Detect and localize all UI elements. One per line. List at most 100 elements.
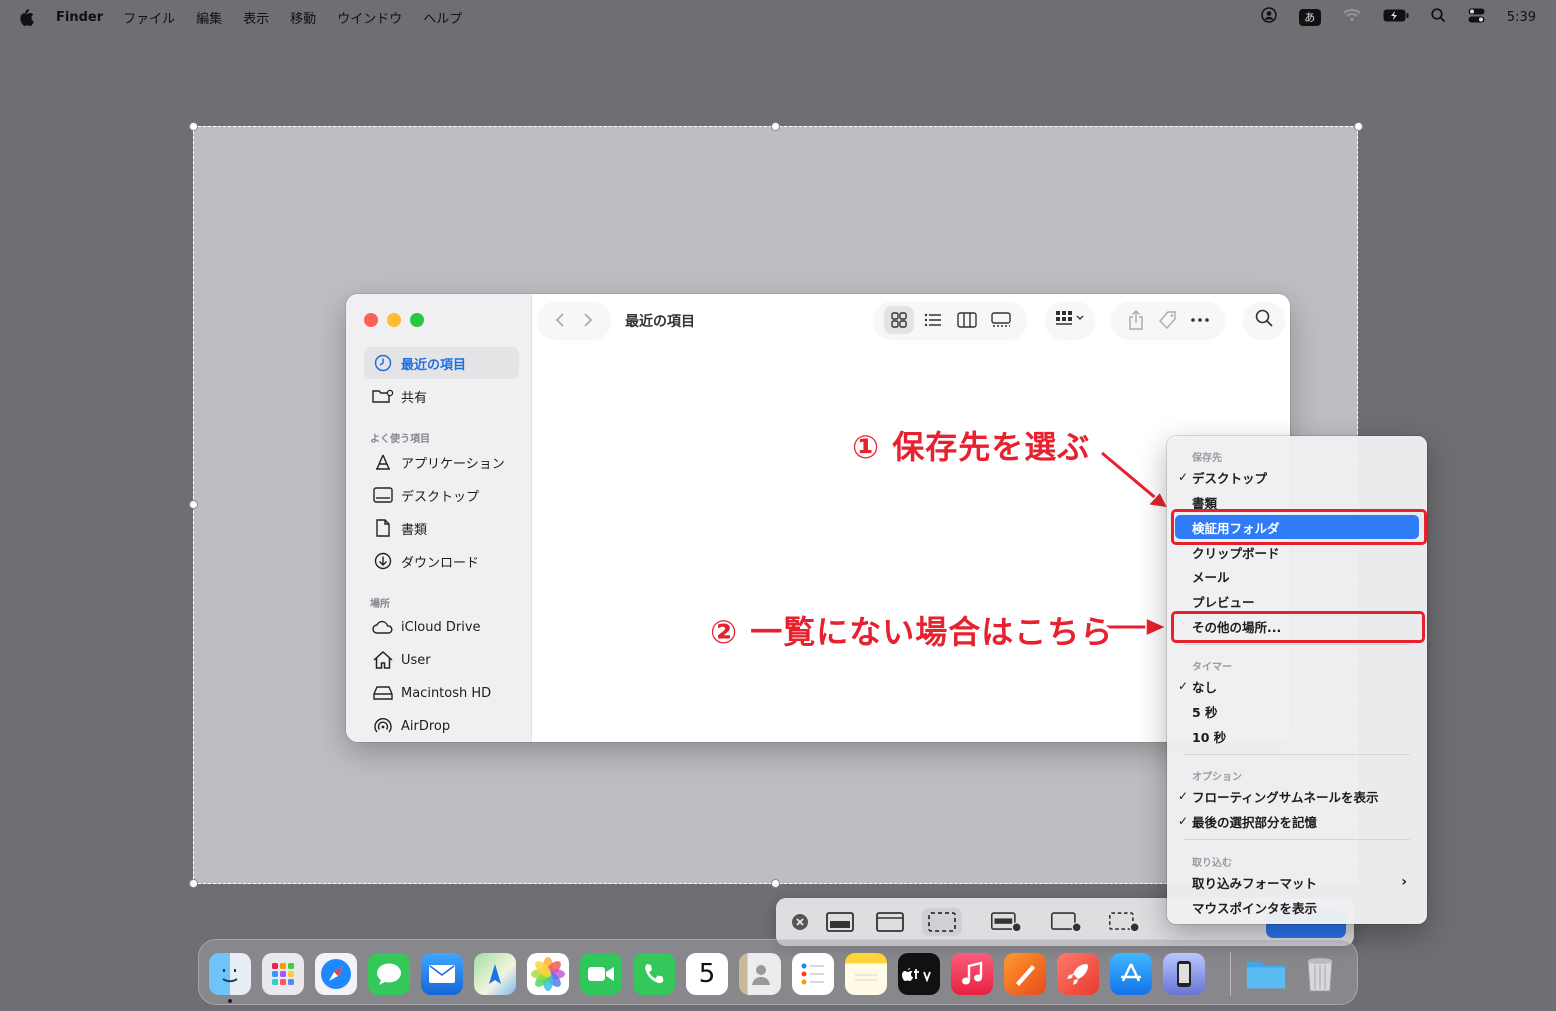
menu-item-desktop[interactable]: ✓ デスクトップ [1175,465,1419,489]
airdrop-icon [372,716,394,736]
menu-edit[interactable]: 編集 [196,8,222,27]
chevron-right-icon: › [1401,874,1407,890]
sidebar-item-icloud-drive[interactable]: iCloud Drive [364,611,519,643]
music-icon[interactable] [951,953,993,995]
menu-view[interactable]: 表示 [243,8,269,27]
menu-item-timer-10s[interactable]: 10 秒 [1175,724,1419,748]
phone-icon[interactable] [633,953,675,995]
sidebar-item-downloads[interactable]: ダウンロード [364,545,519,577]
highlight-box-other-location [1171,611,1425,643]
sidebar-item-recents[interactable]: 最近の項目 [364,347,519,379]
iphone-mirroring-icon[interactable] [1163,953,1205,995]
selection-handle-bottom-left[interactable] [189,879,198,888]
tv-icon[interactable] [898,953,940,995]
menu-item-preview[interactable]: プレビュー [1175,589,1419,613]
input-method-icon[interactable]: あ [1298,8,1321,26]
control-center-icon[interactable] [1468,8,1485,27]
gallery-view-button[interactable] [986,306,1016,334]
calendar-icon[interactable]: 5 [686,953,728,995]
selection-handle-bottom[interactable] [771,879,780,888]
reminders-icon[interactable] [792,953,834,995]
facetime-icon[interactable] [580,953,622,995]
annotation-step1: ① 保存先を選ぶ [852,428,1091,466]
sidebar-item-label: 最近の項目 [401,357,467,373]
sidebar-item-label: 書類 [401,522,428,538]
clock[interactable]: 5:39 [1507,10,1536,25]
rocket-icon[interactable] [1057,953,1099,995]
column-view-button[interactable] [952,306,982,334]
zoom-window-button[interactable] [410,313,424,327]
launchpad-icon[interactable] [262,953,304,995]
menu-item-timer-none[interactable]: ✓ なし [1175,674,1419,698]
record-entire-screen-button[interactable] [990,908,1022,936]
sidebar-item-user[interactable]: User [364,644,519,676]
sidebar-item-label: デスクトップ [401,489,480,505]
messages-icon[interactable] [368,953,410,995]
photos-icon[interactable] [527,953,569,995]
sidebar-item-label: Macintosh HD [401,685,492,701]
mail-icon[interactable] [421,953,463,995]
contacts-icon[interactable] [739,953,781,995]
wifi-icon[interactable] [1343,8,1361,26]
trash-icon[interactable] [1299,953,1341,995]
selection-handle-top-right[interactable] [1354,122,1363,131]
finder-icon[interactable] [209,953,251,995]
selection-handle-left[interactable] [189,500,198,509]
menu-item-timer-5s[interactable]: 5 秒 [1175,699,1419,723]
sidebar-item-applications[interactable]: アプリケーション [364,446,519,478]
desktop-icon [372,485,394,505]
menu-section-save-to: 保存先 [1192,453,1222,464]
forward-button[interactable] [574,306,602,334]
applications-icon [372,452,394,472]
apple-menu-icon[interactable] [18,8,42,26]
menu-item-floating-thumbnail[interactable]: ✓ フローティングサムネールを表示 [1175,784,1419,808]
menu-item-show-mouse-pointer[interactable]: マウスポインタを表示 [1175,895,1419,919]
back-button[interactable] [546,306,574,334]
navigation-buttons [538,302,610,338]
view-mode-buttons [874,302,1026,338]
capture-window-button[interactable] [874,908,906,936]
menu-item-mail[interactable]: メール [1175,564,1419,588]
more-actions-button[interactable] [1185,306,1215,334]
list-view-button[interactable] [918,306,948,334]
record-window-button[interactable] [1050,908,1082,936]
app-name[interactable]: Finder [56,10,103,25]
selection-handle-top[interactable] [771,122,780,131]
sidebar-item-documents[interactable]: 書類 [364,512,519,544]
downloads-folder-icon[interactable] [1245,953,1287,995]
menu-item-label: 10 秒 [1192,729,1227,745]
selection-handle-top-left[interactable] [189,122,198,131]
group-button[interactable] [1046,302,1094,338]
menu-item-capture-format[interactable]: 取り込みフォーマット › [1175,870,1419,894]
tag-button[interactable] [1153,306,1183,334]
record-selection-button[interactable] [1108,908,1140,936]
menu-help[interactable]: ヘルプ [423,8,462,27]
pages-icon[interactable] [1004,953,1046,995]
sidebar-item-shared[interactable]: 共有 [364,380,519,412]
menu-file[interactable]: ファイル [123,8,175,27]
sidebar-item-desktop[interactable]: デスクトップ [364,479,519,511]
menu-item-remember-selection[interactable]: ✓ 最後の選択部分を記憶 [1175,809,1419,833]
capture-selection-button[interactable] [922,908,962,936]
safari-icon[interactable] [315,953,357,995]
close-window-button[interactable] [364,313,378,327]
menu-item-label: 取り込みフォーマット [1192,875,1318,891]
minimize-window-button[interactable] [387,313,401,327]
menu-go[interactable]: 移動 [290,8,316,27]
menu-window[interactable]: ウインドウ [337,8,402,27]
battery-icon[interactable] [1383,9,1409,26]
sidebar-section-favorites: よく使う項目 [370,434,430,445]
notes-icon[interactable] [845,953,887,995]
search-button[interactable] [1244,302,1284,338]
app-store-icon[interactable] [1110,953,1152,995]
user-account-icon[interactable] [1261,7,1277,27]
sidebar-item-macintosh-hd[interactable]: Macintosh HD [364,677,519,709]
checkmark-icon: ✓ [1178,814,1189,828]
spotlight-search-icon[interactable] [1431,7,1446,27]
maps-icon[interactable] [474,953,516,995]
sidebar-item-airdrop[interactable]: AirDrop [364,710,519,742]
capture-entire-screen-button[interactable] [824,908,856,936]
close-toolbar-button[interactable] [784,908,816,936]
share-button[interactable] [1121,306,1151,334]
icon-view-button[interactable] [884,306,914,334]
